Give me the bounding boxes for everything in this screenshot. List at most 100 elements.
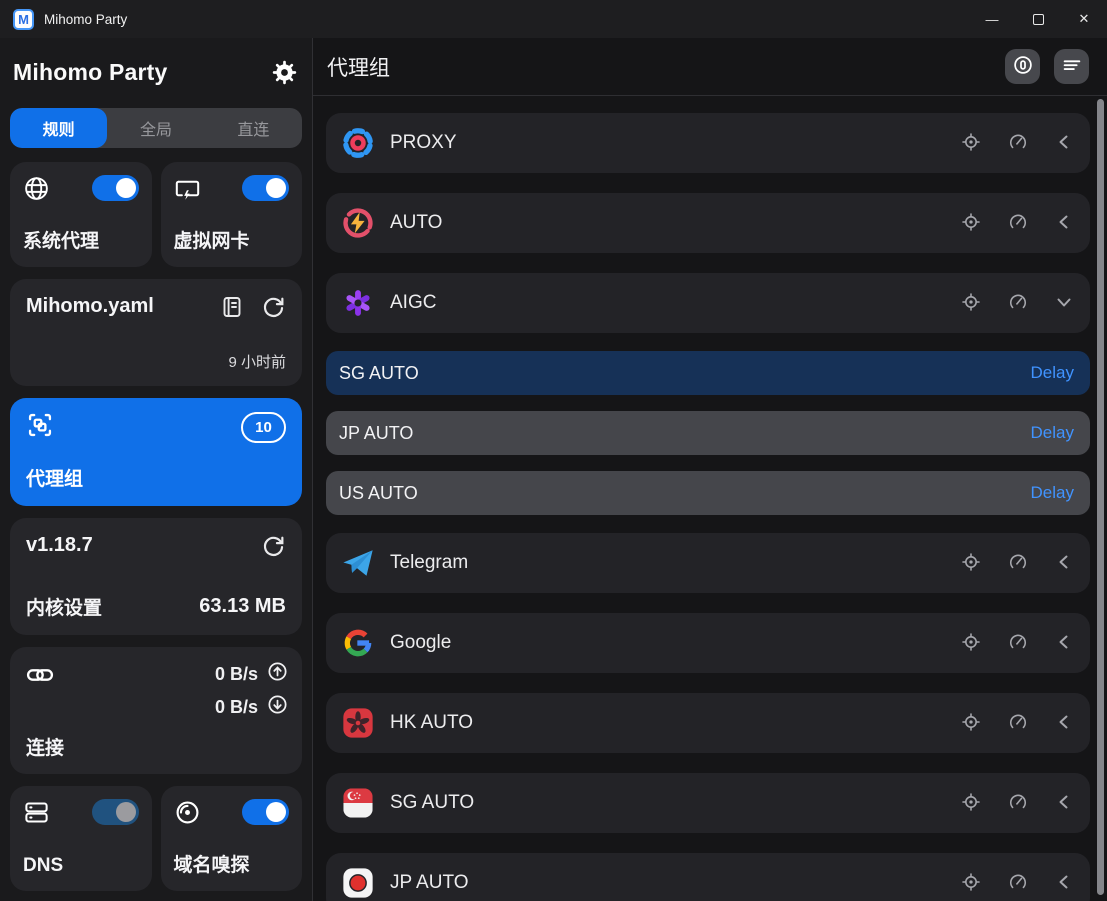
proxy-groups-card[interactable]: 10 代理组	[10, 398, 302, 506]
expand-toggle-button[interactable]	[1055, 713, 1073, 734]
expand-toggle-button[interactable]	[1055, 213, 1073, 234]
proxy-group-row[interactable]: AIGC	[326, 273, 1090, 333]
locate-node-button[interactable]	[961, 292, 981, 315]
sniff-card[interactable]: 域名嗅探	[161, 786, 303, 891]
proxy-node-row[interactable]: US AUTO Delay	[326, 471, 1090, 515]
titlebar: M Mihomo Party — ✕	[0, 0, 1107, 38]
node-name: US AUTO	[339, 483, 418, 504]
proxy-group-scan-icon	[26, 411, 54, 444]
tab-rule[interactable]: 规则	[10, 108, 107, 148]
locate-node-button[interactable]	[961, 712, 981, 735]
gauge-icon	[1008, 292, 1028, 315]
proxy-group-row[interactable]: AUTO	[326, 193, 1090, 253]
proxy-group-list: PROXY AUTO AIGC SG AUTODelayJP AUTODelay…	[313, 96, 1107, 901]
crosshair-icon	[961, 792, 981, 815]
delay-test-button[interactable]	[1008, 632, 1028, 655]
locate-node-button[interactable]	[961, 632, 981, 655]
proxy-group-row[interactable]: JP AUTO	[326, 853, 1090, 901]
system-proxy-card[interactable]: 系统代理	[10, 162, 152, 267]
expand-toggle-button[interactable]	[1055, 293, 1073, 314]
flag_sg-icon	[341, 786, 375, 820]
list-style-button[interactable]	[1054, 49, 1089, 84]
upload-arrow-icon	[267, 661, 288, 687]
crosshair-icon	[961, 212, 981, 235]
gauge-icon	[1008, 212, 1028, 235]
tun-toggle[interactable]	[242, 175, 289, 201]
tab-global[interactable]: 全局	[107, 108, 204, 148]
main-panel: 代理组	[313, 38, 1107, 901]
locate-node-button[interactable]	[961, 552, 981, 575]
proxy-group-row[interactable]: PROXY	[326, 113, 1090, 173]
locate-node-button[interactable]	[961, 212, 981, 235]
pause-delay-test-button[interactable]	[1005, 49, 1040, 84]
expand-toggle-button[interactable]	[1055, 873, 1073, 894]
scrollbar-thumb[interactable]	[1097, 99, 1104, 895]
window-title: Mihomo Party	[44, 12, 127, 27]
group-name: AUTO	[390, 212, 442, 234]
minimize-button[interactable]: —	[969, 0, 1015, 38]
tab-direct[interactable]: 直连	[205, 108, 302, 148]
delay-test-button[interactable]	[1008, 132, 1028, 155]
crosshair-icon	[961, 872, 981, 895]
expand-toggle-button[interactable]	[1055, 633, 1073, 654]
core-refresh-icon[interactable]	[261, 533, 286, 558]
profile-name: Mihomo.yaml	[26, 295, 220, 318]
proxy-group-row[interactable]: HK AUTO	[326, 693, 1090, 753]
system-proxy-toggle[interactable]	[92, 175, 139, 201]
proxy-icon	[341, 126, 375, 160]
proxy-group-row[interactable]: Google	[326, 613, 1090, 673]
sniff-toggle[interactable]	[242, 799, 289, 825]
maximize-button[interactable]	[1015, 0, 1061, 38]
tun-card[interactable]: 虚拟网卡	[161, 162, 303, 267]
crosshair-icon	[961, 552, 981, 575]
core-memory-usage: 63.13 MB	[199, 595, 286, 618]
profile-card[interactable]: Mihomo.yaml	[10, 279, 302, 386]
profile-document-icon[interactable]	[220, 295, 244, 319]
group-name: SG AUTO	[390, 792, 474, 814]
group-name: JP AUTO	[390, 872, 469, 894]
connections-card[interactable]: 0 B/s 0 B/s	[10, 647, 302, 774]
node-name: SG AUTO	[339, 363, 419, 384]
core-settings-label: 内核设置	[26, 593, 102, 620]
proxy-group-row[interactable]: SG AUTO	[326, 773, 1090, 833]
chevron-left-icon	[1055, 713, 1073, 734]
locate-node-button[interactable]	[961, 132, 981, 155]
chevron-left-icon	[1055, 213, 1073, 234]
chevron-left-icon	[1055, 873, 1073, 894]
outbound-mode-tabs: 规则 全局 直连	[10, 108, 302, 148]
core-settings-card[interactable]: v1.18.7 内核设置 63.13 MB	[10, 518, 302, 635]
proxy-node-row[interactable]: SG AUTO Delay	[326, 351, 1090, 395]
expand-toggle-button[interactable]	[1055, 133, 1073, 154]
node-delay-button[interactable]: Delay	[1031, 483, 1074, 503]
dns-toggle[interactable]	[92, 799, 139, 825]
delay-test-button[interactable]	[1008, 712, 1028, 735]
profile-refresh-icon[interactable]	[261, 294, 286, 319]
node-delay-button[interactable]: Delay	[1031, 423, 1074, 443]
expand-toggle-button[interactable]	[1055, 553, 1073, 574]
crosshair-icon	[961, 712, 981, 735]
delay-test-button[interactable]	[1008, 212, 1028, 235]
close-button[interactable]: ✕	[1061, 0, 1107, 38]
dns-card[interactable]: DNS	[10, 786, 152, 891]
proxy-group-row[interactable]: Telegram	[326, 533, 1090, 593]
locate-node-button[interactable]	[961, 792, 981, 815]
app-logo-icon: M	[13, 9, 34, 30]
node-delay-button[interactable]: Delay	[1031, 363, 1074, 383]
sidebar: Mihomo Party	[0, 38, 313, 901]
proxy-node-row[interactable]: JP AUTODelay	[326, 411, 1090, 455]
circle-pause-icon	[1012, 54, 1034, 79]
crosshair-icon	[961, 132, 981, 155]
dns-label: DNS	[23, 855, 139, 877]
delay-test-button[interactable]	[1008, 292, 1028, 315]
text-lines-icon	[1061, 54, 1083, 79]
locate-node-button[interactable]	[961, 872, 981, 895]
delay-test-button[interactable]	[1008, 872, 1028, 895]
expand-toggle-button[interactable]	[1055, 793, 1073, 814]
delay-test-button[interactable]	[1008, 792, 1028, 815]
chevron-left-icon	[1055, 633, 1073, 654]
scrollbar-track[interactable]	[1097, 97, 1104, 901]
system-proxy-label: 系统代理	[23, 226, 139, 253]
flag_hk-icon	[341, 706, 375, 740]
settings-gear-icon[interactable]	[271, 59, 298, 86]
delay-test-button[interactable]	[1008, 552, 1028, 575]
